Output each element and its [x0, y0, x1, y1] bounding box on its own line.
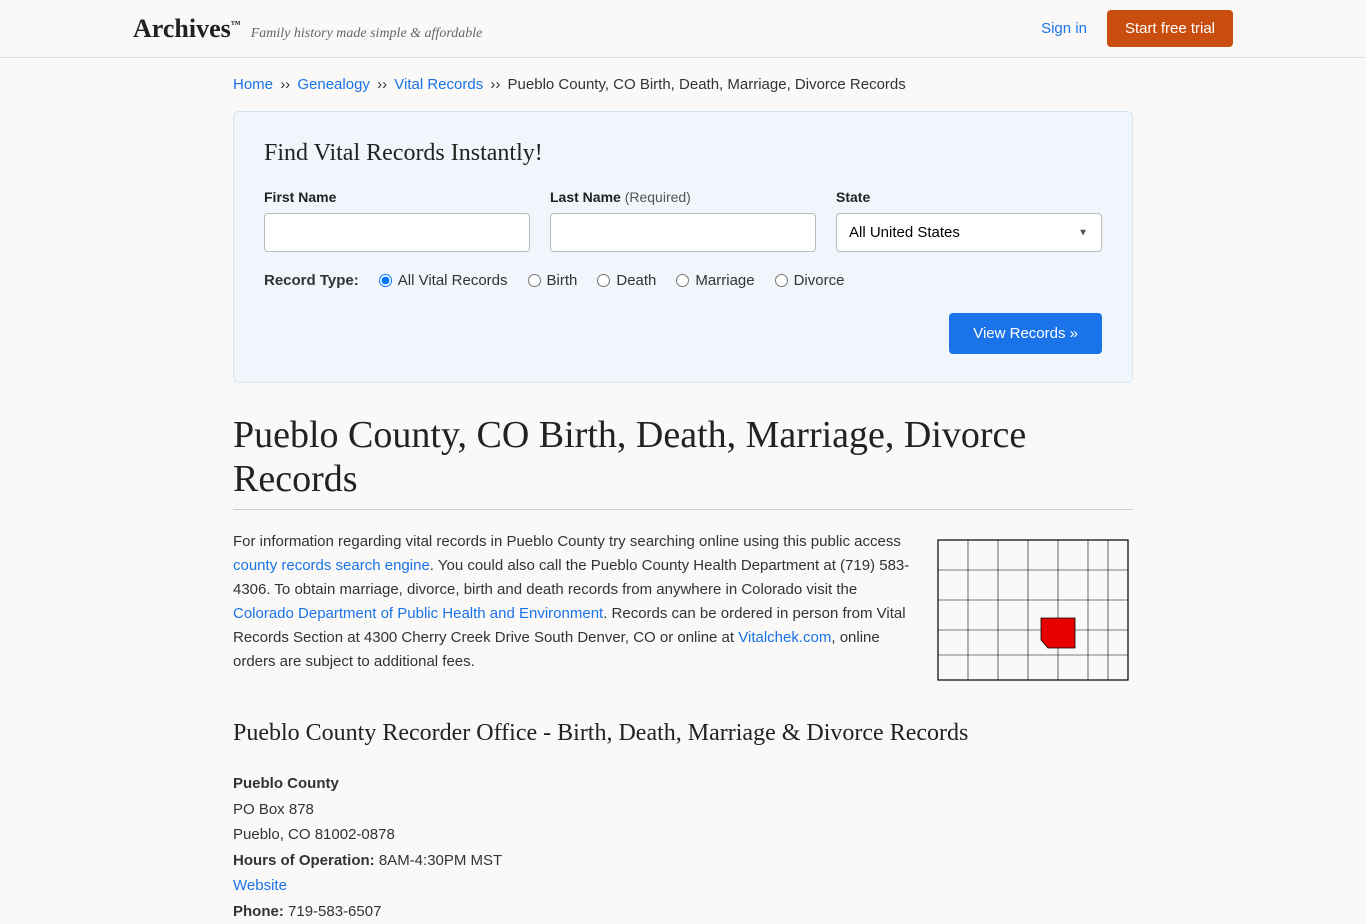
colorado-dept-link[interactable]: Colorado Department of Public Health and… [233, 605, 603, 622]
breadcrumb-genealogy[interactable]: Genealogy [297, 76, 370, 93]
county-name: Pueblo County [233, 775, 339, 792]
logo[interactable]: Archives™ [133, 14, 241, 44]
view-records-button[interactable]: View Records » [949, 313, 1102, 354]
last-name-input[interactable] [550, 213, 816, 252]
phone-label: Phone: [233, 903, 284, 920]
breadcrumb: Home ›› Genealogy ›› Vital Records ›› Pu… [233, 58, 1133, 111]
intro-section: For information regarding vital records … [233, 530, 1133, 690]
state-select[interactable]: All United States [836, 213, 1102, 252]
phone-value: 719-583-6507 [288, 903, 381, 920]
search-title: Find Vital Records Instantly! [264, 140, 1102, 167]
logo-section: Archives™ Family history made simple & a… [133, 14, 482, 44]
breadcrumb-home[interactable]: Home [233, 76, 273, 93]
last-name-label: Last Name (Required) [550, 189, 816, 205]
start-trial-button[interactable]: Start free trial [1107, 10, 1233, 47]
vitalchek-link[interactable]: Vitalchek.com [738, 629, 831, 646]
breadcrumb-separator: ›› [280, 76, 290, 93]
radio-death[interactable]: Death [597, 272, 656, 289]
breadcrumb-current: Pueblo County, CO Birth, Death, Marriage… [508, 76, 906, 93]
first-name-label: First Name [264, 189, 530, 205]
breadcrumb-separator: ›› [377, 76, 387, 93]
header-actions: Sign in Start free trial [1041, 10, 1233, 47]
radio-birth[interactable]: Birth [528, 272, 578, 289]
county-map-icon [933, 530, 1133, 690]
recorder-section-title: Pueblo County Recorder Office - Birth, D… [233, 720, 1133, 747]
signin-link[interactable]: Sign in [1041, 20, 1087, 37]
radio-all-vital[interactable]: All Vital Records [379, 272, 508, 289]
address-line-2: Pueblo, CO 81002-0878 [233, 822, 1133, 848]
county-records-link[interactable]: county records search engine [233, 557, 430, 574]
radio-divorce[interactable]: Divorce [775, 272, 845, 289]
hours-label: Hours of Operation: [233, 852, 375, 869]
website-link[interactable]: Website [233, 877, 287, 894]
state-label: State [836, 189, 1102, 205]
office-info: Pueblo County PO Box 878 Pueblo, CO 8100… [233, 771, 1133, 924]
address-line-1: PO Box 878 [233, 797, 1133, 823]
first-name-input[interactable] [264, 213, 530, 252]
hours-value: 8AM-4:30PM MST [379, 852, 502, 869]
radio-marriage[interactable]: Marriage [676, 272, 754, 289]
search-form: Find Vital Records Instantly! First Name… [233, 111, 1133, 383]
breadcrumb-separator: ›› [490, 76, 500, 93]
site-header: Archives™ Family history made simple & a… [0, 0, 1366, 58]
intro-text: For information regarding vital records … [233, 530, 913, 690]
breadcrumb-vital-records[interactable]: Vital Records [394, 76, 483, 93]
page-title: Pueblo County, CO Birth, Death, Marriage… [233, 413, 1133, 510]
record-type-label: Record Type: [264, 272, 359, 289]
tagline: Family history made simple & affordable [251, 26, 483, 42]
